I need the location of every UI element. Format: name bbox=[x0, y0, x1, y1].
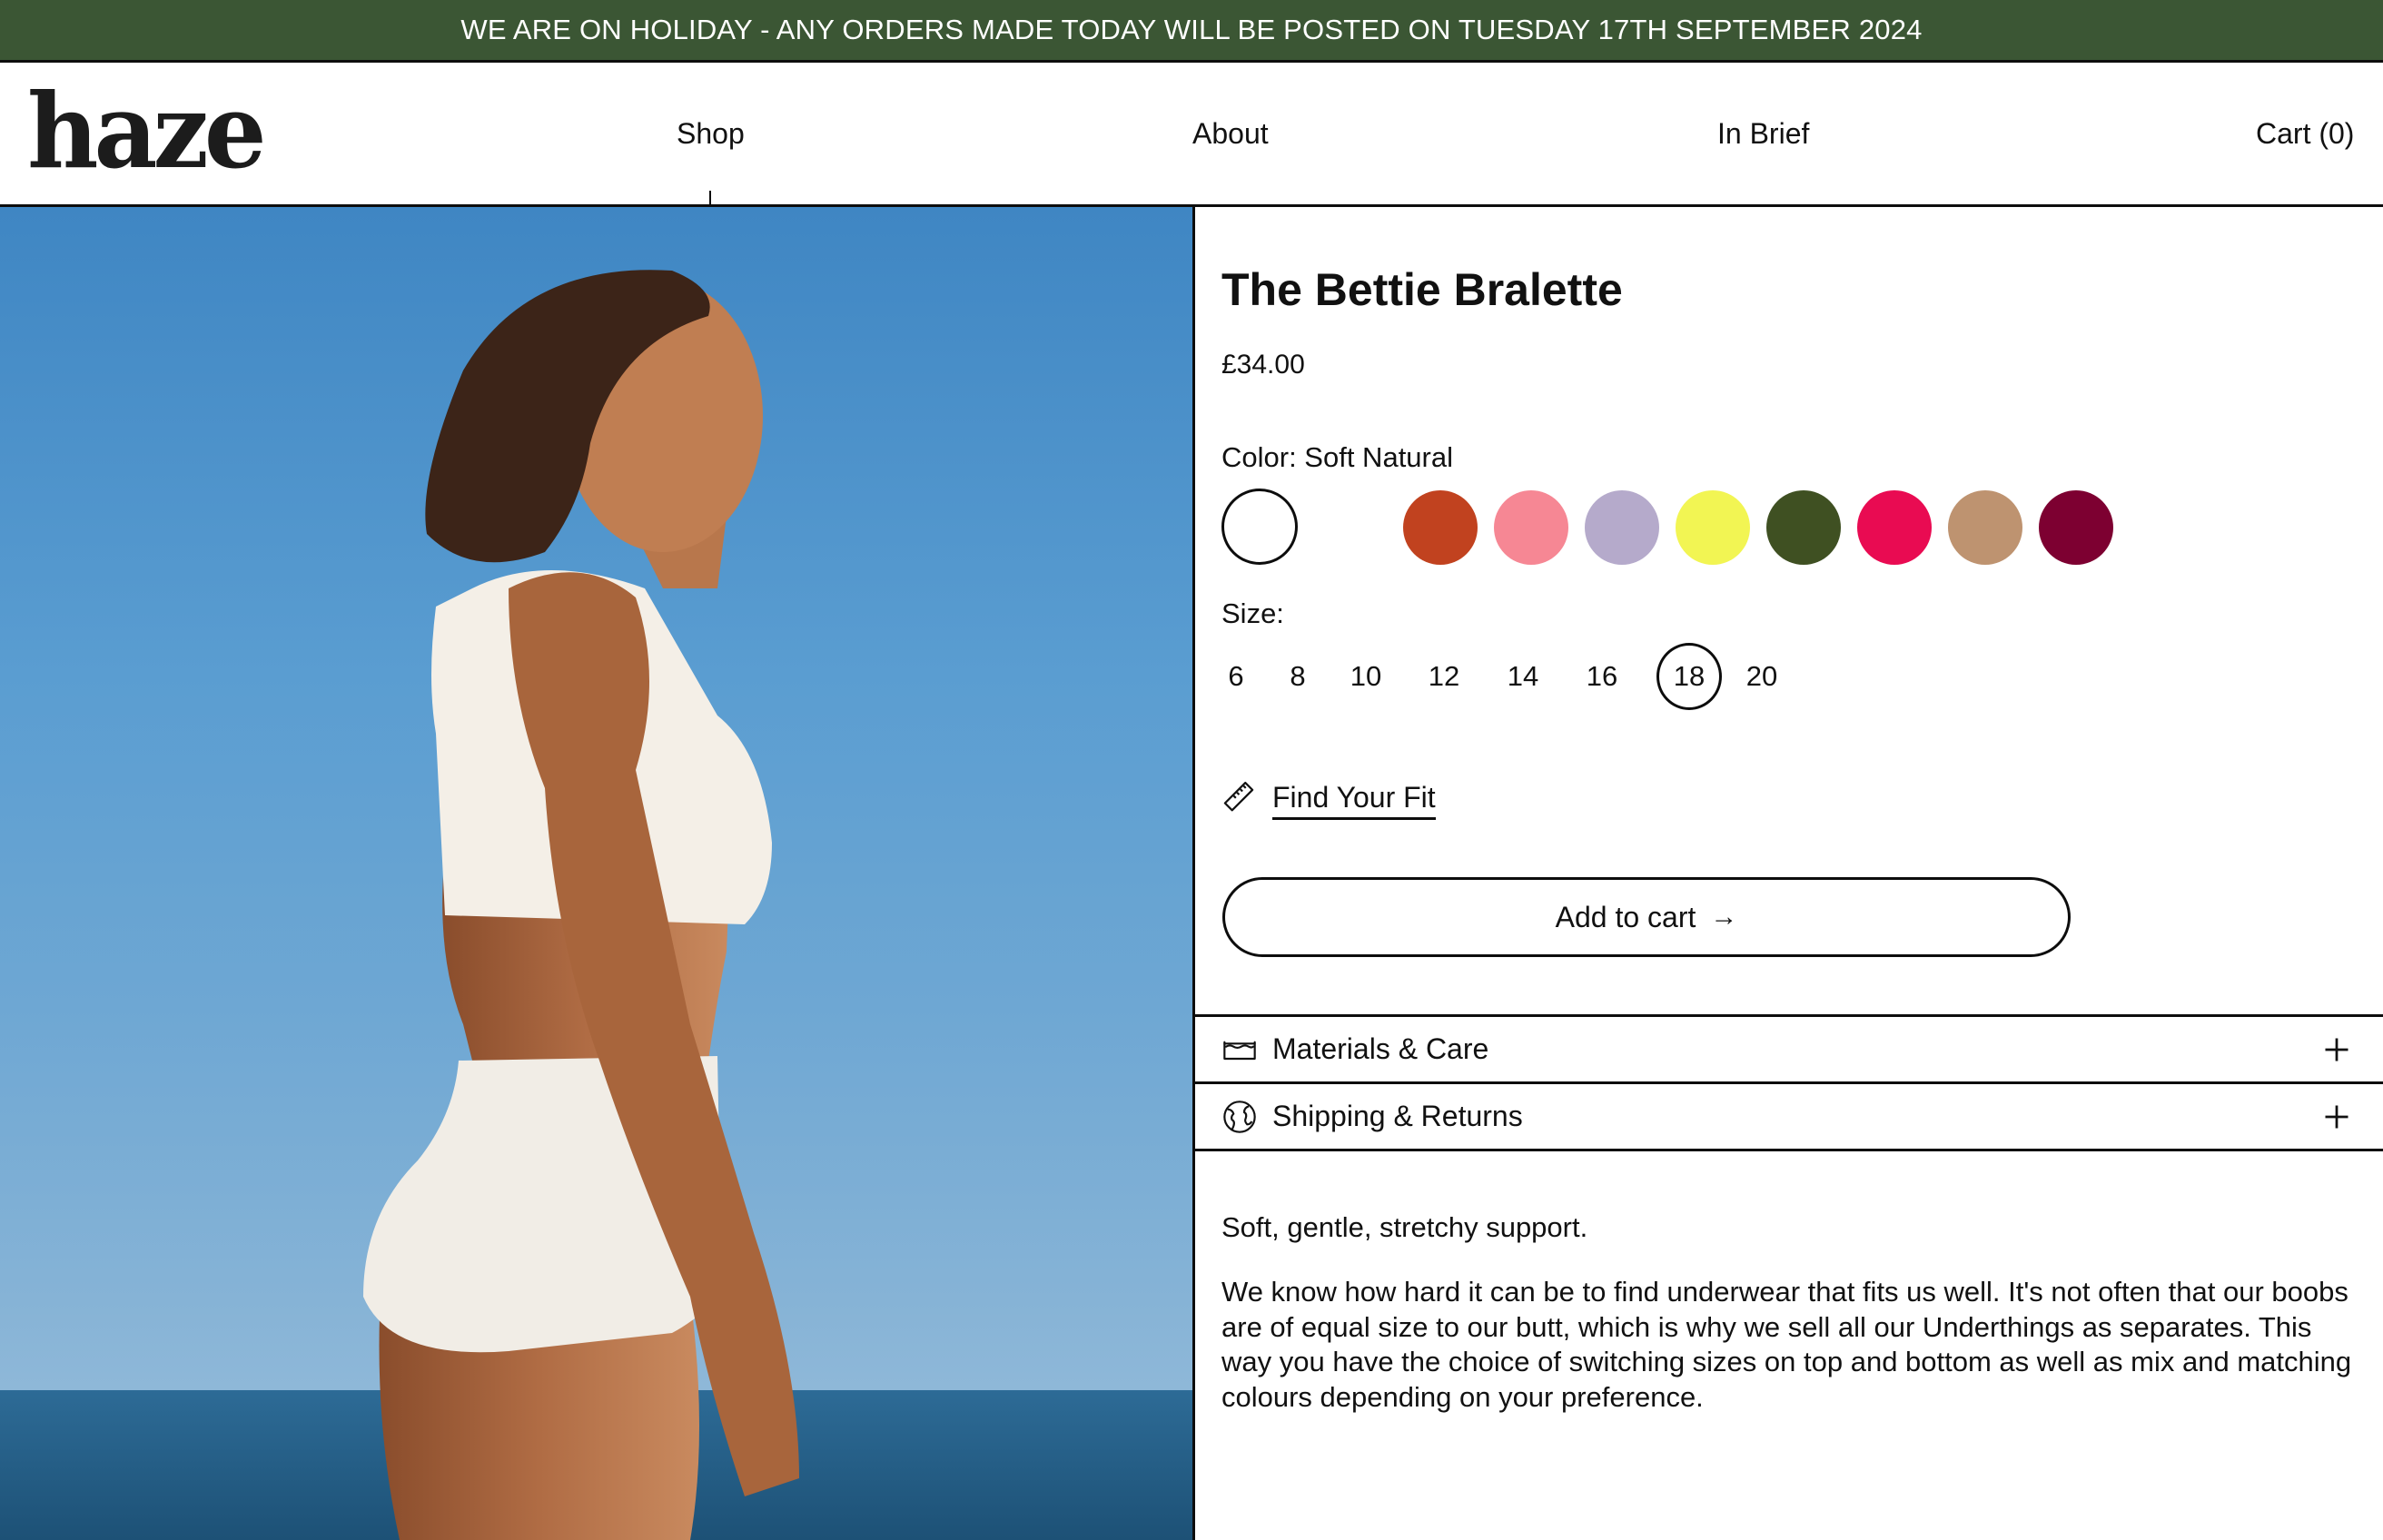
logo[interactable]: haze bbox=[27, 80, 267, 183]
accordion-shipping-returns[interactable]: Shipping & Returns bbox=[1195, 1084, 2383, 1149]
size-option[interactable]: 6 bbox=[1221, 643, 1251, 710]
product-description: We know how hard it can be to find under… bbox=[1221, 1276, 2352, 1413]
ruler-icon bbox=[1223, 781, 1254, 812]
color-swatch[interactable] bbox=[1948, 490, 2022, 565]
product-photo bbox=[0, 207, 1192, 1540]
color-swatch[interactable] bbox=[1766, 490, 1841, 565]
site-header: haze Shop About In Brief Cart (0) bbox=[0, 63, 2383, 207]
add-to-cart-label: Add to cart bbox=[1555, 900, 1696, 933]
size-label: Size: bbox=[1221, 597, 1284, 629]
nav-about[interactable]: About bbox=[1192, 119, 1269, 148]
color-swatch[interactable] bbox=[1857, 490, 1932, 565]
color-swatch[interactable] bbox=[1585, 490, 1659, 565]
size-options: 6 8 10 12 14 16 18 20 bbox=[1221, 643, 1948, 712]
divider bbox=[1195, 1149, 2383, 1151]
arrow-right-icon: → bbox=[1710, 902, 1738, 932]
globe-icon bbox=[1223, 1100, 1256, 1133]
plus-icon[interactable] bbox=[2323, 1103, 2350, 1130]
color-swatch[interactable] bbox=[1221, 489, 1298, 565]
announcement-text: WE ARE ON HOLIDAY - ANY ORDERS MADE TODA… bbox=[460, 14, 1923, 45]
add-to-cart-button[interactable]: Add to cart → bbox=[1222, 877, 2071, 957]
find-your-fit-label[interactable]: Find Your Fit bbox=[1272, 783, 1436, 820]
wash-basin-icon bbox=[1223, 1041, 1256, 1060]
nav-in-brief[interactable]: In Brief bbox=[1717, 119, 1809, 148]
nav-active-indicator bbox=[709, 191, 711, 206]
color-swatch[interactable] bbox=[1676, 490, 1750, 565]
nav-shop[interactable]: Shop bbox=[677, 119, 745, 148]
nav-cart[interactable]: Cart (0) bbox=[2256, 119, 2354, 148]
size-option[interactable]: 18 bbox=[1656, 643, 1722, 710]
find-your-fit-link[interactable]: Find Your Fit bbox=[1221, 775, 1436, 820]
color-swatch[interactable] bbox=[1494, 490, 1568, 565]
product-tagline: Soft, gentle, stretchy support. bbox=[1221, 1211, 1588, 1243]
color-swatch[interactable] bbox=[1312, 490, 1387, 565]
size-option[interactable]: 20 bbox=[1737, 643, 1786, 710]
size-option[interactable]: 14 bbox=[1498, 643, 1547, 710]
announcement-banner: WE ARE ON HOLIDAY - ANY ORDERS MADE TODA… bbox=[0, 0, 2383, 63]
color-swatch[interactable] bbox=[1403, 490, 1478, 565]
size-option[interactable]: 12 bbox=[1419, 643, 1468, 710]
product-title: The Bettie Bralette bbox=[1221, 264, 1623, 315]
accordion-label: Shipping & Returns bbox=[1272, 1100, 1523, 1132]
size-option[interactable]: 16 bbox=[1577, 643, 1627, 710]
product-photo-illustration bbox=[0, 270, 1192, 1540]
accordion-materials-care[interactable]: Materials & Care bbox=[1195, 1017, 2383, 1081]
color-swatch[interactable] bbox=[2039, 490, 2113, 565]
product-panel: The Bettie Bralette £34.00 Color: Soft N… bbox=[1195, 207, 2383, 1540]
size-option[interactable]: 10 bbox=[1341, 643, 1390, 710]
product-price: £34.00 bbox=[1221, 350, 1305, 380]
plus-icon[interactable] bbox=[2323, 1036, 2350, 1063]
color-label: Color: Soft Natural bbox=[1221, 441, 1453, 473]
size-option[interactable]: 8 bbox=[1283, 643, 1312, 710]
accordion-label: Materials & Care bbox=[1272, 1032, 1489, 1065]
